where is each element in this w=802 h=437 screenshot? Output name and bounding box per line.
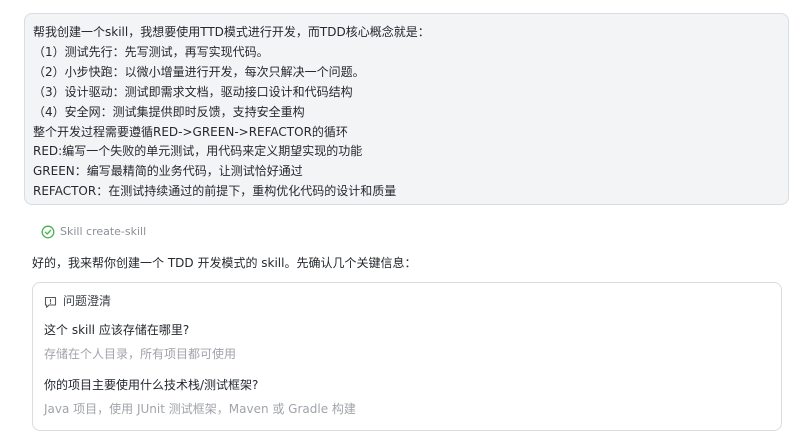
check-circle-icon [41,224,55,239]
clarification-card: 问题澄清 这个 skill 应该存储在哪里? 存储在个人目录，所有项目都可使用 … [32,282,782,431]
question-bubble-icon [44,294,57,308]
clarification-title: 问题澄清 [63,294,112,308]
skill-status-label: Skill create-skill [60,224,147,238]
clarification-answer[interactable]: 存储在个人目录，所有项目都可使用 [44,345,236,362]
assistant-reply: 好的，我来帮你创建一个 TDD 开发模式的 skill。先确认几个关键信息： [32,256,417,270]
chat-page: 帮我创建一个skill，我想要使用TTD模式进行开发，而TDD核心概念就是： （… [0,0,802,437]
user-message-line: （4）安全网：测试集提供即时反馈，支持安全重构 [33,104,305,119]
user-message-line: REFACTOR：在测试持续通过的前提下，重构优化代码的设计和质量 [33,184,397,199]
clarification-answer[interactable]: Java 项目，使用 JUnit 测试框架，Maven 或 Gradle 构建 [44,400,356,417]
user-message-line: （3）设计驱动：测试即需求文档，驱动接口设计和代码结构 [33,84,353,99]
clarification-question: 你的项目主要使用什么技术栈/测试框架? [44,378,259,392]
user-message-line: RED:编写一个失败的单元测试，用代码来定义期望实现的功能 [33,144,363,159]
skill-status[interactable]: Skill create-skill [41,223,146,239]
user-message-line: 帮我创建一个skill，我想要使用TTD模式进行开发，而TDD核心概念就是： [33,25,430,39]
clarification-header: 问题澄清 [44,292,111,309]
user-message-line: （2）小步快跑：以微小增量进行开发，每次只解决一个问题。 [33,64,365,79]
user-message-line: 整个开发过程需要遵循RED->GREEN->REFACTOR的循环 [33,124,348,139]
user-message-bubble: 帮我创建一个skill，我想要使用TTD模式进行开发，而TDD核心概念就是： （… [24,13,789,205]
user-message-line: GREEN：编写最精简的业务代码，让测试恰好通过 [33,164,303,179]
user-message-line: （1）测试先行：先写测试，再写实现代码。 [33,44,269,59]
clarification-question: 这个 skill 应该存储在哪里? [44,323,190,337]
